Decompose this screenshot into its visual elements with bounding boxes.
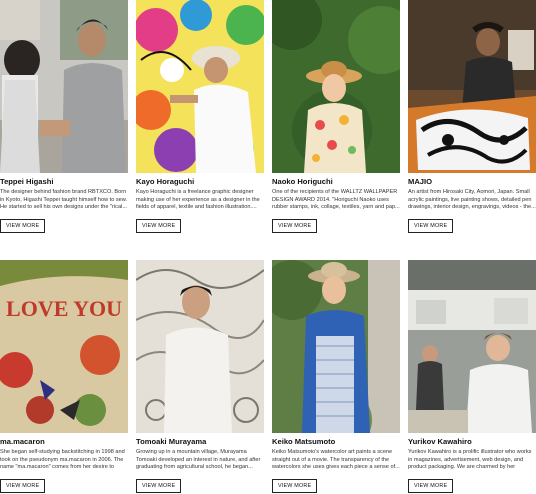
artist-photo-image: [0, 0, 128, 173]
artist-name[interactable]: Keiko Matsumoto: [272, 437, 400, 447]
artist-card: LOVE YOU ma.macaron She began self-study…: [0, 260, 128, 493]
artist-photo[interactable]: [136, 260, 264, 433]
artist-photo[interactable]: [272, 0, 400, 173]
view-more-button[interactable]: VIEW MORE: [272, 479, 318, 493]
artist-photo[interactable]: [408, 0, 536, 173]
artist-photo[interactable]: [408, 260, 536, 433]
artist-name[interactable]: Yurikov Kawahiro: [408, 437, 536, 447]
view-more-button[interactable]: VIEW MORE: [408, 219, 454, 233]
artist-photo-image: [272, 0, 400, 173]
artist-photo-image: [408, 0, 536, 173]
view-more-button[interactable]: VIEW MORE: [0, 219, 46, 233]
artist-description: An artist from Hirosaki City, Aomori, Ja…: [408, 189, 536, 211]
view-more-button[interactable]: VIEW MORE: [136, 219, 182, 233]
artist-name[interactable]: Tomoaki Murayama: [136, 437, 264, 447]
artist-card: Naoko Horiguchi One of the recipients of…: [272, 0, 400, 233]
artist-grid: Teppei Higashi The designer behind fashi…: [0, 0, 536, 494]
artist-photo[interactable]: [0, 0, 128, 173]
artist-description: Kayo Horaguchi is a freelance graphic de…: [136, 189, 260, 211]
view-more-button[interactable]: VIEW MORE: [0, 479, 46, 493]
artist-card: Kayo Horaguchi Kayo Horaguchi is a freel…: [136, 0, 264, 233]
artist-name[interactable]: Teppei Higashi: [0, 177, 128, 187]
artist-photo[interactable]: [136, 0, 264, 173]
artist-name[interactable]: Kayo Horaguchi: [136, 177, 264, 187]
artist-photo[interactable]: LOVE YOU: [0, 260, 128, 433]
artist-card: MAJIO An artist from Hirosaki City, Aomo…: [408, 0, 536, 233]
artist-photo-image: [136, 260, 264, 433]
artist-card: Teppei Higashi The designer behind fashi…: [0, 0, 128, 233]
artist-name[interactable]: Naoko Horiguchi: [272, 177, 400, 187]
artist-photo-image: [272, 260, 400, 433]
artist-card: Yurikov Kawahiro Yurikov Kawahiro is a p…: [408, 260, 536, 493]
artist-name[interactable]: MAJIO: [408, 177, 536, 187]
artwork-text: LOVE YOU: [6, 296, 122, 321]
artist-name[interactable]: ma.macaron: [0, 437, 128, 447]
view-more-button[interactable]: VIEW MORE: [272, 219, 318, 233]
artist-description: Growing up in a mountain village, Muraya…: [136, 449, 261, 471]
artist-card: Keiko Matsumoto Keiko Matsumoto's waterc…: [272, 260, 400, 493]
artist-description: Yurikov Kawahiro is a prolific illustrat…: [408, 449, 532, 472]
artist-description: One of the recipients of the WALLTZ WALL…: [272, 189, 400, 211]
artist-photo-image: LOVE YOU: [0, 260, 128, 433]
artist-photo[interactable]: [272, 260, 400, 433]
view-more-button[interactable]: VIEW MORE: [408, 479, 454, 493]
artist-description: The designer behind fashion brand RBTXCO…: [0, 189, 128, 211]
artist-photo-image: [408, 260, 536, 433]
artist-description: Keiko Matsumoto's watercolor art paints …: [272, 449, 400, 471]
view-more-button[interactable]: VIEW MORE: [136, 479, 182, 493]
artist-description: She began self-studying backstitching in…: [0, 449, 125, 472]
artist-photo-image: [136, 0, 264, 173]
artist-card: Tomoaki Murayama Growing up in a mountai…: [136, 260, 264, 493]
